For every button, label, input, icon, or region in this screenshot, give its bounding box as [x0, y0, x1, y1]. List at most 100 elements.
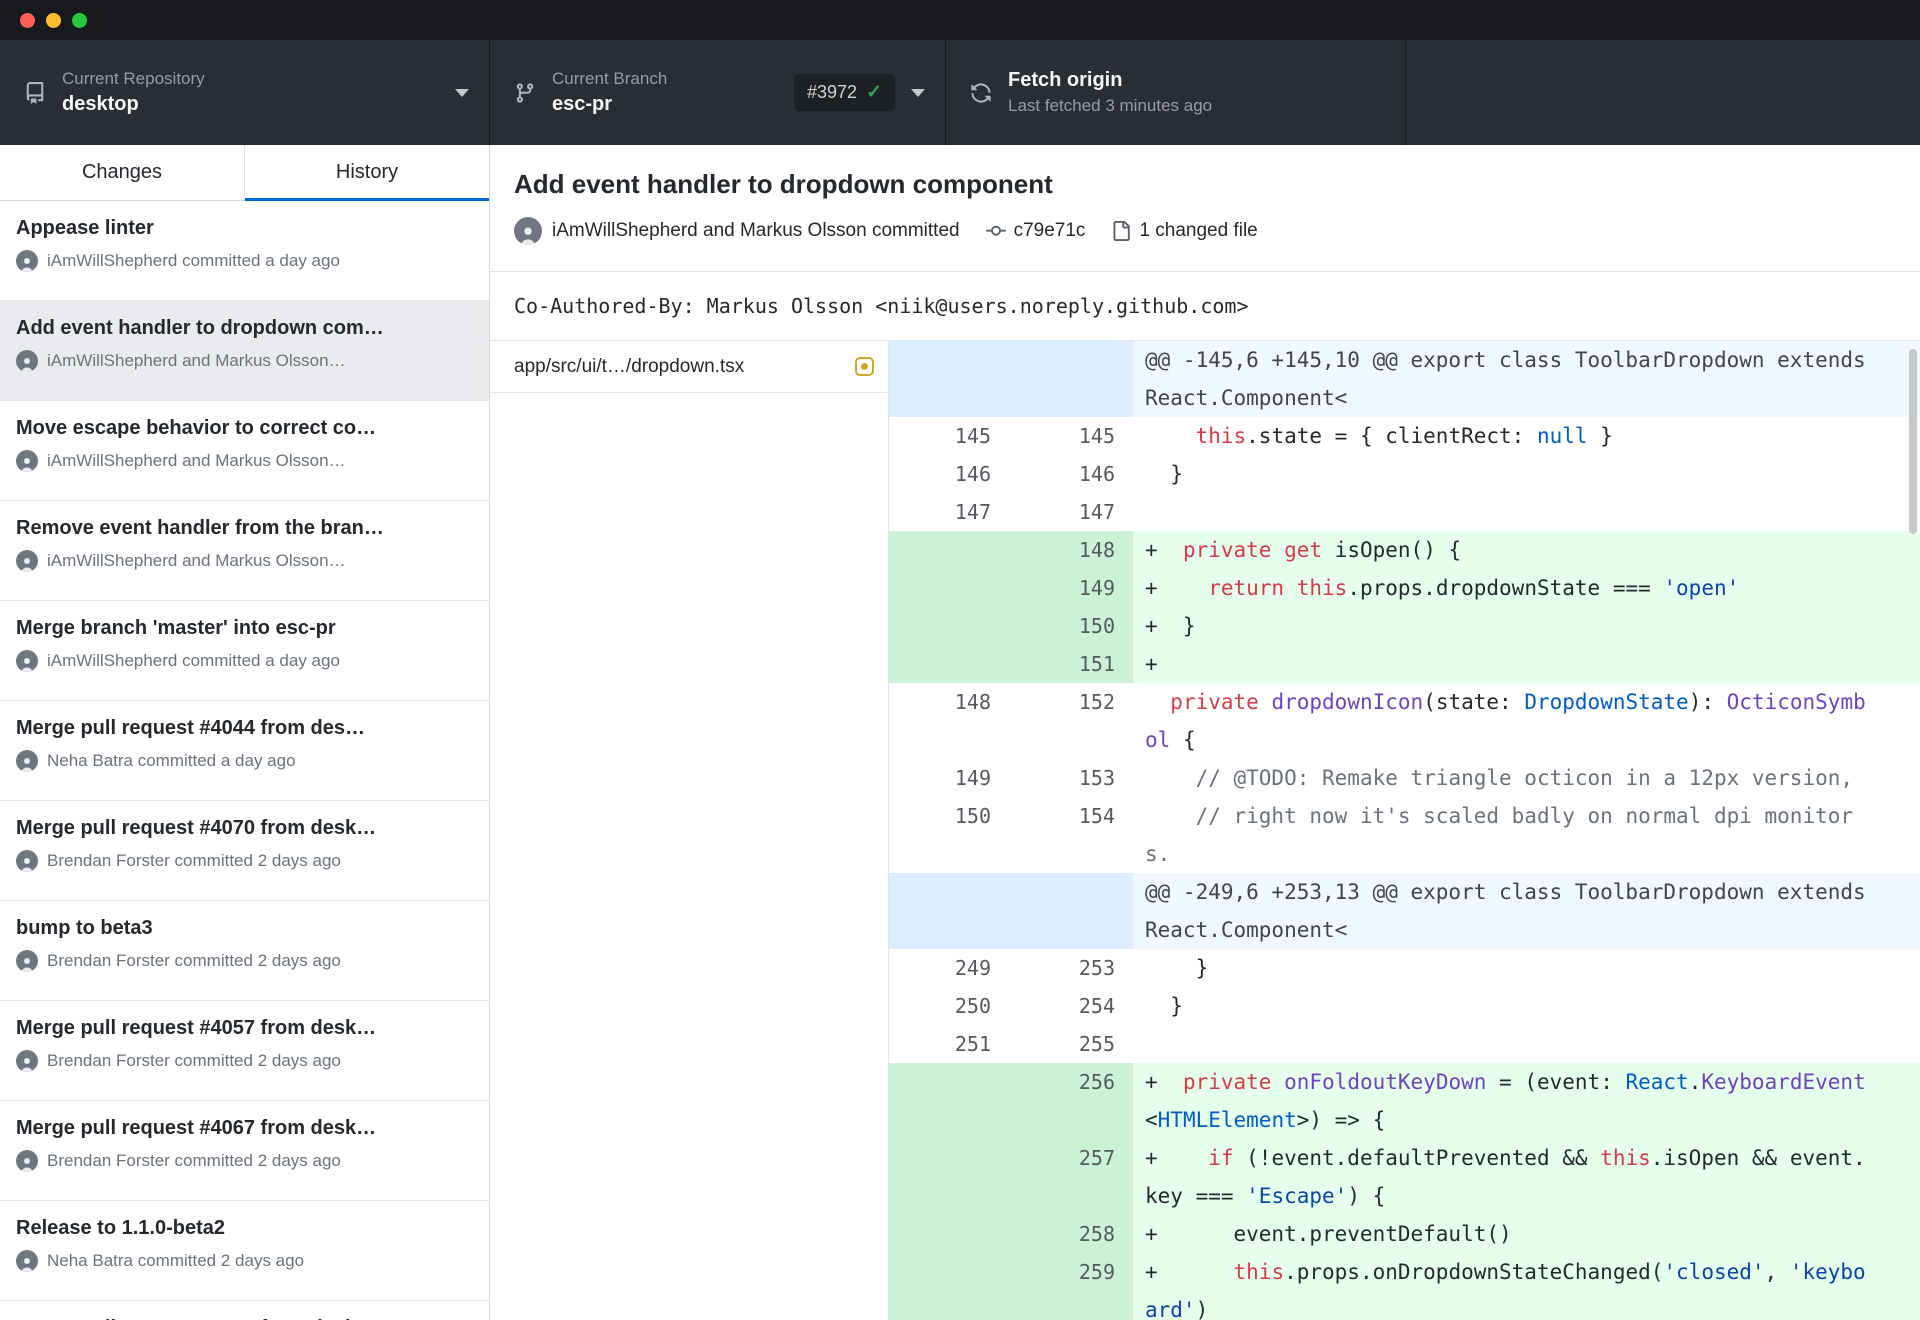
commit-item-byline: iAmWillShepherd committed a day ago — [47, 251, 340, 270]
avatar — [16, 450, 38, 472]
zoom-button[interactable] — [72, 12, 87, 28]
commit-list-item[interactable]: bump to beta3 Brendan Forster committed 2… — [0, 901, 489, 1001]
commit-item-meta: iAmWillShepherd and Markus Olsson… — [16, 350, 473, 372]
github-desktop-window: Current Repository desktop Current Branc… — [0, 0, 1920, 1320]
commit-list-item[interactable]: Merge pull request #4067 from desk… Brend… — [0, 1101, 489, 1201]
changed-files-list: app/src/ui/t…/dropdown.tsx — [490, 341, 888, 1320]
commit-item-meta: iAmWillShepherd and Markus Olsson… — [16, 450, 473, 472]
git-branch-icon — [514, 82, 536, 104]
new-line-number: 146 — [1009, 455, 1133, 493]
diff-line: 251 255 — [889, 1025, 1920, 1063]
old-line-number: 145 — [889, 417, 1009, 455]
commit-item-meta: Brendan Forster committed 2 days ago — [16, 1150, 473, 1172]
avatar — [514, 217, 542, 245]
old-line-number: 150 — [889, 797, 1009, 873]
avatar — [16, 850, 38, 872]
new-line-number — [1009, 873, 1133, 949]
diff-scrollbar[interactable] — [1909, 349, 1917, 534]
code-text: } — [1145, 994, 1183, 1018]
code-cell: + } — [1133, 607, 1920, 645]
commit-item-title: Merge pull request #4044 from des… — [16, 717, 366, 739]
old-line-number: 250 — [889, 987, 1009, 1025]
diff-line: 250 254 } — [889, 987, 1920, 1025]
diff-hunk-header: @@ -249,6 +253,13 @@ export class Toolba… — [889, 873, 1920, 949]
minimize-button[interactable] — [46, 12, 61, 28]
commit-item-meta: Brendan Forster committed 2 days ago — [16, 950, 473, 972]
avatar — [16, 1050, 38, 1072]
window-controls — [20, 12, 87, 28]
file-list-item[interactable]: app/src/ui/t…/dropdown.tsx — [490, 341, 888, 393]
commit-description: Co-Authored-By: Markus Olsson <niik@user… — [490, 272, 1920, 341]
avatar — [16, 1150, 38, 1172]
commit-item-title: Merge pull request #4070 from desk… — [16, 817, 377, 839]
commit-list-item[interactable]: Release to 1.1.0-beta2 Neha Batra committ… — [0, 1201, 489, 1301]
commit-list-item[interactable]: Add event handler to dropdown com… iAmWil… — [0, 301, 489, 401]
code-text: private dropdownIcon(state: DropdownStat… — [1145, 690, 1866, 752]
code-text: + private onFoldoutKeyDown = (event: Rea… — [1145, 1070, 1866, 1132]
avatar — [16, 1250, 38, 1272]
diff-line: 147 147 — [889, 493, 1920, 531]
code-cell: @@ -249,6 +253,13 @@ export class Toolba… — [1133, 873, 1920, 949]
code-cell: // @TODO: Remake triangle octicon in a 1… — [1133, 759, 1920, 797]
commit-list-item[interactable]: Remove event handler from the bran… iAmWi… — [0, 501, 489, 601]
tab-history[interactable]: History — [244, 145, 489, 201]
commit-list-item[interactable]: Merge pull request #4070 from desk… Brend… — [0, 801, 489, 901]
new-line-number: 153 — [1009, 759, 1133, 797]
code-text: @@ -249,6 +253,13 @@ export class Toolba… — [1145, 880, 1879, 942]
commit-item-title: Merge pull request #4067 from desk… — [16, 1117, 377, 1139]
commit-item-byline: Brendan Forster committed 2 days ago — [47, 951, 341, 970]
branch-dropdown-button[interactable]: Current Branch esc-pr #3972 ✓ — [490, 40, 946, 145]
diff-line: 145 145 this.state = { clientRect: null } — [889, 417, 1920, 455]
modified-status-icon — [855, 357, 874, 376]
code-cell: } — [1133, 455, 1920, 493]
commit-list-item[interactable]: Move escape behavior to correct co… iAmWi… — [0, 401, 489, 501]
old-line-number — [889, 607, 1009, 645]
new-line-number: 259 — [1009, 1253, 1133, 1320]
code-text: } — [1145, 462, 1183, 486]
diff-line: 150 154 // right now it's scaled badly on… — [889, 797, 1920, 873]
commit-list-item[interactable]: Merge pull request #4044 from des… Neha B… — [0, 701, 489, 801]
tab-changes[interactable]: Changes — [0, 145, 244, 200]
code-text: } — [1145, 956, 1209, 980]
avatar — [16, 350, 38, 372]
code-cell: } — [1133, 987, 1920, 1025]
commit-header: Add event handler to dropdown component … — [490, 145, 1920, 272]
commit-item-title: Merge pull request #4057 from desk… — [16, 1017, 377, 1039]
avatar — [16, 750, 38, 772]
commit-list-item[interactable]: Merge pull request #4057 from desk… Brend… — [0, 1001, 489, 1101]
toolbar: Current Repository desktop Current Branc… — [0, 40, 1920, 145]
check-icon: ✓ — [866, 82, 882, 103]
commit-item-title: Appease linter — [16, 217, 154, 239]
diff-line: 257 + if (!event.defaultPrevented && this… — [889, 1139, 1920, 1215]
old-line-number — [889, 873, 1009, 949]
commit-item-title: Release to 1.1.0-beta2 — [16, 1217, 225, 1239]
old-line-number — [889, 531, 1009, 569]
avatar — [16, 550, 38, 572]
code-cell: @@ -145,6 +145,10 @@ export class Toolba… — [1133, 341, 1920, 417]
commit-list-item[interactable]: Merge branch 'master' into esc-pr iAmWill… — [0, 601, 489, 701]
new-line-number: 148 — [1009, 531, 1133, 569]
commit-list-item[interactable]: Merge pull request #4072 from desk… — [0, 1301, 489, 1320]
code-cell — [1133, 493, 1920, 531]
diff-line: 256 + private onFoldoutKeyDown = (event: … — [889, 1063, 1920, 1139]
close-button[interactable] — [20, 12, 35, 28]
repository-dropdown-button[interactable]: Current Repository desktop — [0, 40, 490, 145]
old-line-number — [889, 569, 1009, 607]
git-commit-icon — [985, 221, 1006, 241]
old-line-number — [889, 341, 1009, 417]
code-cell: + — [1133, 645, 1920, 683]
commit-item-meta: iAmWillShepherd and Markus Olsson… — [16, 550, 473, 572]
commit-item-meta: Brendan Forster committed 2 days ago — [16, 1050, 473, 1072]
commit-item-byline: iAmWillShepherd and Markus Olsson… — [47, 451, 346, 470]
commit-item-meta: Brendan Forster committed 2 days ago — [16, 850, 473, 872]
old-line-number: 149 — [889, 759, 1009, 797]
code-cell: } — [1133, 949, 1920, 987]
commit-list-item[interactable]: Appease linter iAmWillShepherd committed … — [0, 201, 489, 301]
sidebar-tabs: Changes History — [0, 145, 489, 201]
chevron-down-icon — [455, 88, 469, 97]
fetch-origin-button[interactable]: Fetch origin Last fetched 3 minutes ago — [946, 40, 1406, 145]
commit-detail-pane: Add event handler to dropdown component … — [490, 145, 1920, 1320]
new-line-number: 152 — [1009, 683, 1133, 759]
